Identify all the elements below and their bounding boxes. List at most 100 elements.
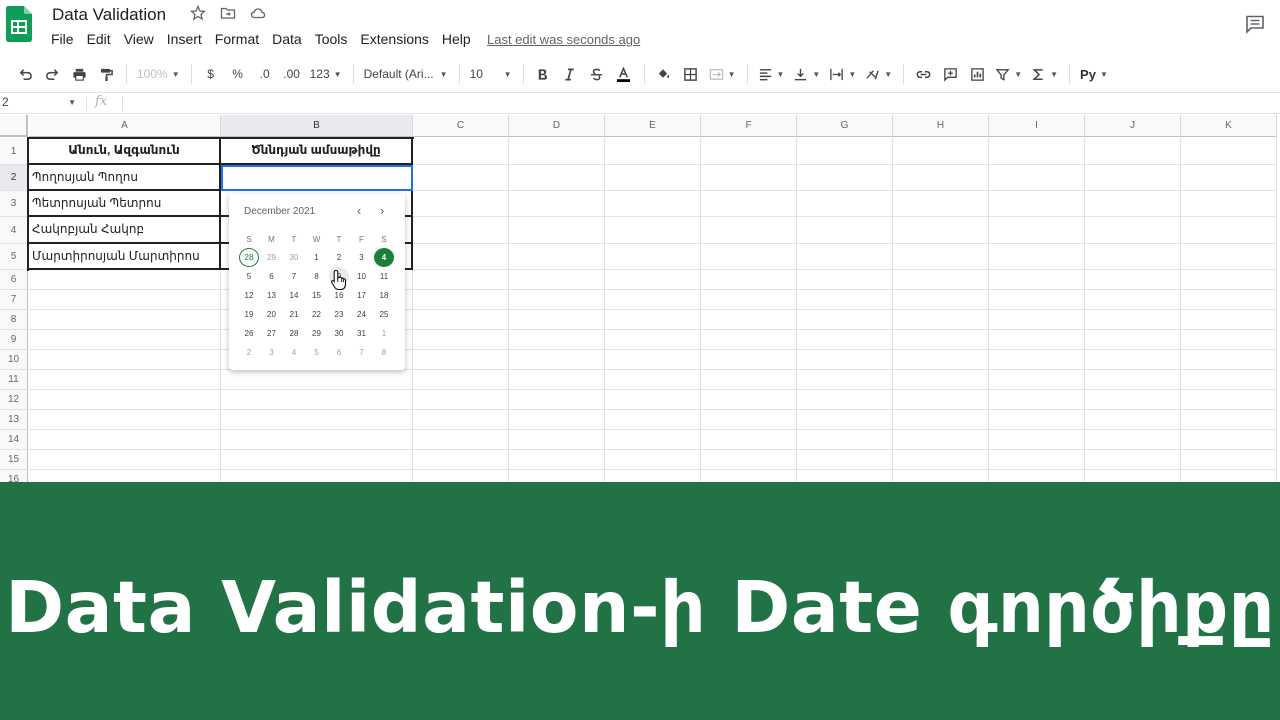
italic-button[interactable] [559, 62, 581, 86]
column-header-a[interactable]: A [29, 115, 221, 137]
column-header-k[interactable]: K [1181, 115, 1277, 137]
calendar-day[interactable]: 31 [352, 324, 372, 343]
calendar-day[interactable]: 10 [352, 267, 372, 286]
cell-c5[interactable] [413, 244, 509, 270]
cell-i3[interactable] [989, 191, 1085, 217]
cell-h6[interactable] [893, 270, 989, 290]
cell-k5[interactable] [1181, 244, 1277, 270]
row-header-13[interactable]: 13 [0, 410, 28, 430]
insert-link-button[interactable] [912, 62, 934, 86]
calendar-day[interactable]: 2 [329, 248, 349, 267]
cell-d15[interactable] [509, 450, 605, 470]
cell-d4[interactable] [509, 217, 605, 244]
borders-button[interactable] [680, 62, 702, 86]
cell-e8[interactable] [605, 310, 701, 330]
cell-g14[interactable] [797, 430, 893, 450]
cell-f2[interactable] [701, 165, 797, 191]
cell-g1[interactable] [797, 138, 893, 165]
column-header-i[interactable]: I [989, 115, 1085, 137]
row-header-15[interactable]: 15 [0, 450, 28, 470]
cell-e3[interactable] [605, 191, 701, 217]
menu-format[interactable]: Format [215, 31, 259, 47]
cell-k14[interactable] [1181, 430, 1277, 450]
column-header-e[interactable]: E [605, 115, 701, 137]
text-rotation-button[interactable]: ▼ [863, 62, 894, 86]
cell-c1[interactable] [413, 138, 509, 165]
cell-c7[interactable] [413, 290, 509, 310]
row-header-3[interactable]: 3 [0, 191, 28, 217]
cell-d2[interactable] [509, 165, 605, 191]
cell-g5[interactable] [797, 244, 893, 270]
last-edit-link[interactable]: Last edit was seconds ago [487, 32, 640, 47]
cell-k16[interactable] [1181, 470, 1277, 482]
column-header-c[interactable]: C [413, 115, 509, 137]
cell-g12[interactable] [797, 390, 893, 410]
cell-f3[interactable] [701, 191, 797, 217]
cell-k8[interactable] [1181, 310, 1277, 330]
decrease-decimal-button[interactable]: .0 [254, 62, 276, 86]
cell-i13[interactable] [989, 410, 1085, 430]
calendar-day[interactable]: 3 [352, 248, 372, 267]
cell-h5[interactable] [893, 244, 989, 270]
cell-i2[interactable] [989, 165, 1085, 191]
column-header-h[interactable]: H [893, 115, 989, 137]
cell-i9[interactable] [989, 330, 1085, 350]
cell-k3[interactable] [1181, 191, 1277, 217]
cell-g7[interactable] [797, 290, 893, 310]
zoom-select[interactable]: 100% ▼ [135, 62, 182, 86]
row-header-8[interactable]: 8 [0, 310, 28, 330]
row-header-6[interactable]: 6 [0, 270, 28, 290]
cell-k11[interactable] [1181, 370, 1277, 390]
cell-a16[interactable] [29, 470, 221, 482]
calendar-day[interactable]: 24 [352, 305, 372, 324]
cell-i12[interactable] [989, 390, 1085, 410]
cell-j10[interactable] [1085, 350, 1181, 370]
functions-button[interactable]: ▼ [1029, 62, 1060, 86]
calendar-day[interactable]: 12 [239, 286, 259, 305]
cell-h11[interactable] [893, 370, 989, 390]
cell-f12[interactable] [701, 390, 797, 410]
cell-k2[interactable] [1181, 165, 1277, 191]
cell-e9[interactable] [605, 330, 701, 350]
calendar-day[interactable]: 20 [262, 305, 282, 324]
calendar-day[interactable]: 7 [352, 343, 372, 362]
star-icon[interactable] [190, 5, 206, 21]
cell-a15[interactable] [29, 450, 221, 470]
cell-c12[interactable] [413, 390, 509, 410]
sheets-logo-icon[interactable] [6, 6, 32, 42]
cell-e11[interactable] [605, 370, 701, 390]
cell-i7[interactable] [989, 290, 1085, 310]
calendar-day[interactable]: 27 [262, 324, 282, 343]
cell-e13[interactable] [605, 410, 701, 430]
menu-insert[interactable]: Insert [167, 31, 202, 47]
cell-c15[interactable] [413, 450, 509, 470]
cell-k15[interactable] [1181, 450, 1277, 470]
calendar-day[interactable]: 11 [374, 267, 394, 286]
calendar-day[interactable]: 15 [307, 286, 327, 305]
cell-f4[interactable] [701, 217, 797, 244]
cell-c14[interactable] [413, 430, 509, 450]
cell-e16[interactable] [605, 470, 701, 482]
cell-h3[interactable] [893, 191, 989, 217]
cell-h9[interactable] [893, 330, 989, 350]
cell-a10[interactable] [29, 350, 221, 370]
row-header-9[interactable]: 9 [0, 330, 28, 350]
menu-tools[interactable]: Tools [315, 31, 348, 47]
cell-b1[interactable]: Ծննդյան ամսաթիվը [221, 138, 413, 165]
more-formats-button[interactable]: 123 ▼ [308, 62, 344, 86]
cell-a7[interactable] [29, 290, 221, 310]
cell-c4[interactable] [413, 217, 509, 244]
print-button[interactable] [68, 62, 90, 86]
cell-j6[interactable] [1085, 270, 1181, 290]
font-size-select[interactable]: 10 ▼ [468, 62, 514, 86]
cell-i6[interactable] [989, 270, 1085, 290]
cell-h7[interactable] [893, 290, 989, 310]
cell-d7[interactable] [509, 290, 605, 310]
cell-e4[interactable] [605, 217, 701, 244]
cell-e5[interactable] [605, 244, 701, 270]
cell-j7[interactable] [1085, 290, 1181, 310]
format-currency-button[interactable]: $ [200, 62, 222, 86]
cell-d8[interactable] [509, 310, 605, 330]
select-all-corner[interactable] [0, 115, 28, 137]
cell-f6[interactable] [701, 270, 797, 290]
